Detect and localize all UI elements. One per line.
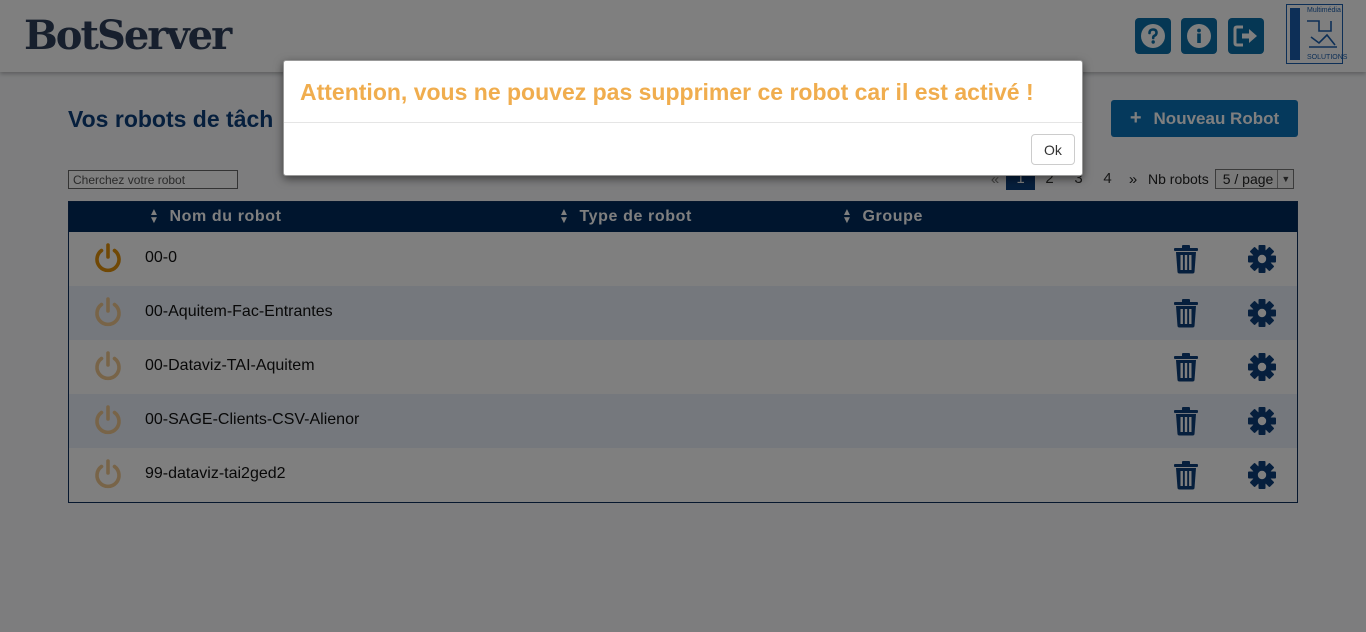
alert-dialog-title: Attention, vous ne pouvez pas supprimer … <box>300 79 1034 105</box>
alert-dialog-header: Attention, vous ne pouvez pas supprimer … <box>284 61 1082 123</box>
ok-button[interactable]: Ok <box>1031 134 1075 165</box>
alert-dialog: Attention, vous ne pouvez pas supprimer … <box>283 60 1083 176</box>
